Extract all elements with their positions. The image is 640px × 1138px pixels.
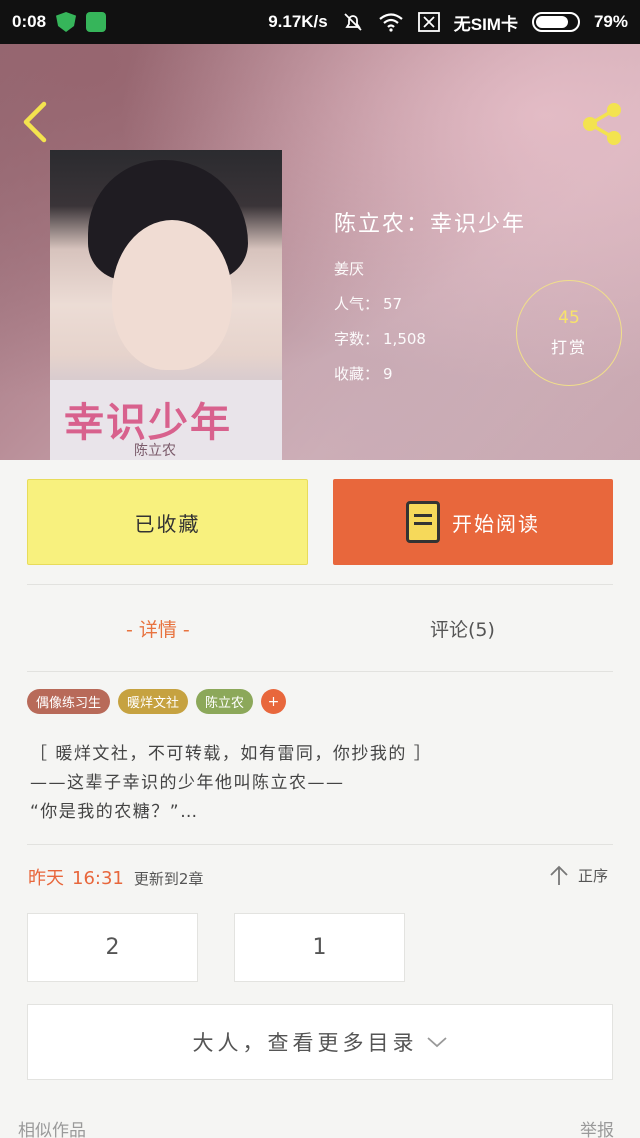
tip-count: 45: [558, 308, 580, 328]
sim-status: 无SIM卡: [453, 14, 518, 34]
book-title: 陈立农：幸识少年: [334, 212, 527, 237]
favorites-row: 收藏： 9: [334, 363, 526, 384]
battery-icon: [531, 12, 580, 32]
share-button[interactable]: [578, 102, 626, 146]
share-icon: [583, 103, 621, 145]
book-intro[interactable]: ［ 暖烊文社，不可转载，如有雷同，你抄我的 ］ ——这辈子幸识的少年他叫陈立农—…: [30, 740, 610, 827]
intro-line: “你是我的农糖？”…: [30, 802, 199, 822]
add-tag-button[interactable]: +: [261, 689, 287, 714]
intro-line: ——这辈子幸识的少年他叫陈立农——: [30, 773, 345, 793]
chevron-down-icon: [426, 1037, 447, 1048]
tab-detail[interactable]: - 详情 -: [126, 610, 190, 646]
book-info: 陈立农：幸识少年 姜厌 人气： 57 字数： 1,508 收藏： 9: [334, 206, 526, 398]
more-catalog-label: 大人，查看更多目录: [192, 1031, 418, 1055]
divider: [27, 671, 613, 672]
book-header: 0:08 9.17K/s 无SIM卡 79% 幸识少年 陈立农 陈立农：幸识少年…: [0, 0, 640, 460]
divider: [27, 844, 613, 845]
tip-button[interactable]: 45 打赏: [516, 280, 622, 386]
status-bar: 0:08 9.17K/s 无SIM卡 79%: [0, 0, 640, 44]
book-author[interactable]: 姜厌: [334, 258, 526, 279]
words-label: 字数：: [334, 330, 380, 348]
battery-percent: 79%: [593, 12, 628, 31]
favorites-label: 收藏：: [334, 365, 380, 383]
popularity-value: 57: [383, 295, 403, 313]
tab-comments[interactable]: 评论(5): [430, 610, 495, 646]
start-reading-button[interactable]: 开始阅读: [333, 479, 613, 565]
divider: [27, 584, 613, 585]
back-button[interactable]: [18, 100, 58, 144]
book-icon: [406, 501, 440, 543]
popularity-row: 人气： 57: [334, 293, 526, 314]
tag-chen-linong[interactable]: 陈立农: [196, 689, 254, 714]
favorite-button[interactable]: 已收藏: [27, 479, 308, 565]
words-value: 1,508: [383, 330, 426, 348]
shield-icon: [56, 12, 77, 32]
similar-works-link[interactable]: 相似作品: [18, 1116, 86, 1138]
book-cover[interactable]: 幸识少年 陈立农: [50, 150, 282, 460]
tag-idol-trainee[interactable]: 偶像练习生: [27, 689, 111, 714]
tag-nuanyang-club[interactable]: 暖烊文社: [118, 689, 189, 714]
chapter-item[interactable]: 1: [234, 913, 405, 982]
update-time: 16:31: [72, 868, 124, 889]
popularity-label: 人气：: [334, 295, 380, 313]
more-catalog-button[interactable]: 大人，查看更多目录: [27, 1004, 613, 1080]
no-sim-icon: [417, 12, 440, 32]
chapter-item[interactable]: 2: [27, 913, 198, 982]
tip-label: 打赏: [550, 338, 587, 357]
sort-order-label: 正序: [578, 866, 609, 885]
arrow-up-icon: [550, 865, 568, 885]
start-reading-label: 开始阅读: [452, 511, 540, 536]
wifi-icon: [379, 13, 403, 32]
network-speed: 9.17K/s: [268, 12, 328, 31]
report-link[interactable]: 举报: [580, 1116, 614, 1138]
bell-muted-icon: [344, 13, 362, 31]
update-chapter: 更新到2章: [133, 870, 204, 888]
sort-order-button[interactable]: 正序: [548, 864, 608, 886]
status-time: 0:08: [12, 12, 47, 31]
cover-subtitle: 陈立农: [134, 443, 176, 459]
android-icon: [86, 12, 107, 32]
tag-list: 偶像练习生 暖烊文社 陈立农 +: [27, 689, 287, 714]
cover-face: [112, 220, 232, 370]
favorites-value: 9: [383, 365, 393, 383]
chevron-left-icon: [23, 101, 47, 143]
update-info: 昨天 16:31 更新到2章: [28, 864, 203, 890]
intro-line: ［ 暖烊文社，不可转载，如有雷同，你抄我的 ］: [30, 744, 433, 764]
words-row: 字数： 1,508: [334, 328, 526, 349]
update-day: 昨天: [28, 868, 64, 889]
